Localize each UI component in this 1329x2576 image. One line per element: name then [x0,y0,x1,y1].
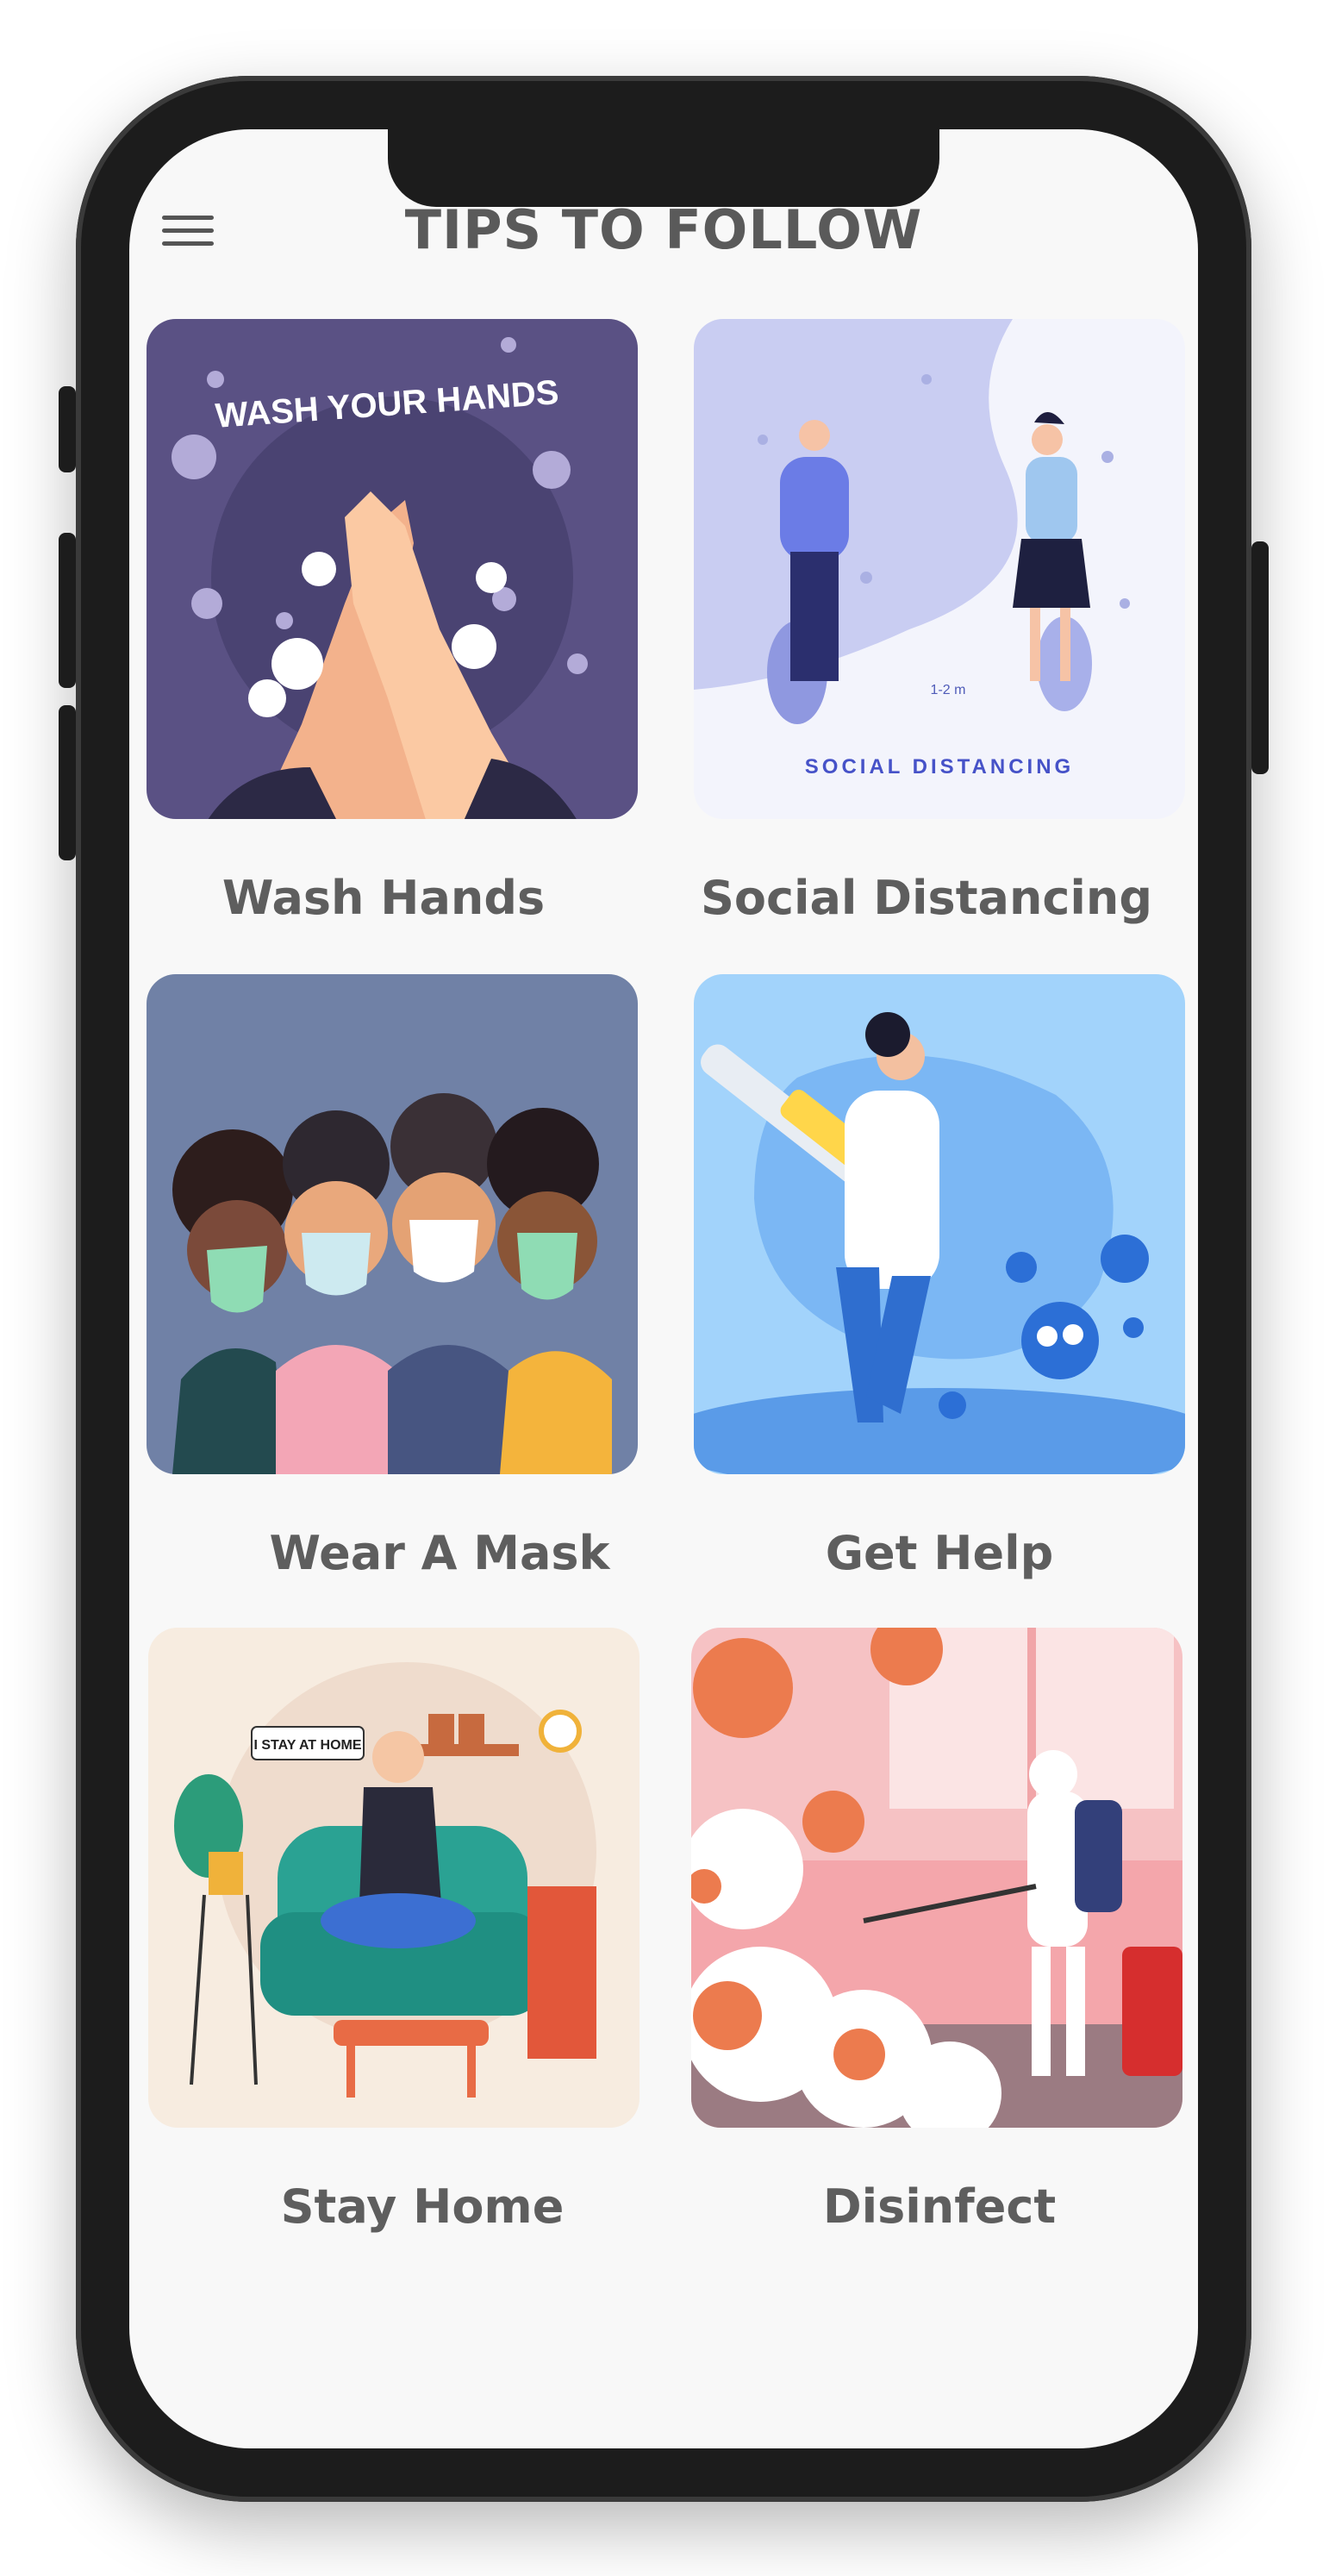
stay-home-illustration: I STAY AT HOME [148,1628,640,2128]
tip-label-stay-home[interactable]: Stay Home [147,2179,698,2234]
silent-switch [59,386,76,472]
get-help-illustration [694,974,1185,1474]
tip-label-wear-a-mask[interactable]: Wear A Mask [164,1526,715,1580]
tip-label-social-distancing[interactable]: Social Distancing [651,871,1198,925]
tip-card-disinfect[interactable] [691,1628,1182,2128]
volume-up-button [59,533,76,688]
page-title: TIPS TO FOLLOW [404,198,923,261]
wear-a-mask-illustration [147,974,638,1474]
app-screen: TIPS TO FOLLOW WASH YOUR HANDS Wash Hand… [129,129,1198,2448]
tip-card-get-help[interactable] [694,974,1185,1474]
tip-card-social-distancing[interactable]: 1-2 m SOCIAL DISTANCING [694,319,1185,819]
wash-hands-illustration: WASH YOUR HANDS [147,319,638,819]
tip-label-disinfect[interactable]: Disinfect [664,2179,1198,2234]
stay-home-speech-text: I STAY AT HOME [253,1738,361,1753]
phone-frame: TIPS TO FOLLOW WASH YOUR HANDS Wash Hand… [59,76,1269,2502]
notch [388,129,939,207]
tip-label-wash-hands[interactable]: Wash Hands [129,871,659,925]
volume-down-button [59,705,76,860]
social-distancing-illustration: 1-2 m SOCIAL DISTANCING [694,319,1185,819]
tip-card-wear-a-mask[interactable] [147,974,638,1474]
social-distancing-image-text: SOCIAL DISTANCING [805,755,1074,778]
tip-card-stay-home[interactable]: I STAY AT HOME [148,1628,640,2128]
distance-text: 1-2 m [931,683,966,697]
tip-label-get-help[interactable]: Get Help [664,1526,1198,1580]
disinfect-illustration [691,1628,1182,2128]
tip-card-wash-hands[interactable]: WASH YOUR HANDS [147,319,638,819]
power-button [1251,541,1269,774]
